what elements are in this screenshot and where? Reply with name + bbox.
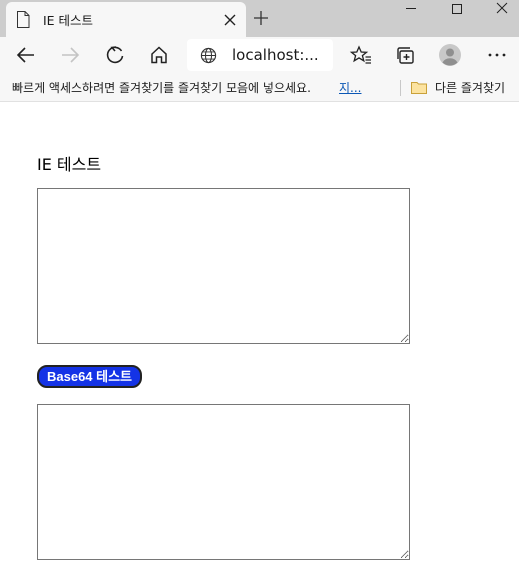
- output-textarea[interactable]: [37, 404, 410, 560]
- forward-arrow-icon[interactable]: [58, 43, 82, 67]
- profile-avatar-icon[interactable]: [438, 43, 462, 67]
- globe-icon: [200, 47, 217, 64]
- back-arrow-icon[interactable]: [14, 43, 38, 67]
- favorites-manage-link[interactable]: 지...: [339, 79, 361, 96]
- browser-toolbar: localhost:...: [0, 37, 519, 73]
- refresh-icon[interactable]: [103, 43, 127, 67]
- address-url: localhost:...: [232, 46, 319, 64]
- tab-title: IE 테스트: [43, 13, 94, 28]
- home-icon[interactable]: [147, 43, 171, 67]
- browser-tab[interactable]: IE 테스트: [6, 2, 246, 37]
- more-options-icon[interactable]: [485, 43, 509, 67]
- tab-strip: IE 테스트: [0, 0, 519, 37]
- input-textarea[interactable]: [37, 188, 410, 344]
- document-icon: [17, 11, 30, 28]
- page-title: IE 테스트: [37, 155, 102, 174]
- favorites-divider: [400, 80, 401, 96]
- collections-icon[interactable]: [394, 43, 418, 67]
- favorites-hint-text: 빠르게 액세스하려면 즐겨찾기를 즐겨찾기 모음에 넣으세요.: [12, 81, 311, 95]
- favorites-star-icon[interactable]: [349, 43, 373, 67]
- other-favorites-folder[interactable]: 다른 즐겨찾기: [435, 79, 505, 96]
- favorites-bar: 빠르게 액세스하려면 즐겨찾기를 즐겨찾기 모음에 넣으세요. 지... 다른 …: [0, 73, 519, 102]
- maximize-icon[interactable]: [434, 0, 480, 22]
- close-window-icon[interactable]: [480, 0, 519, 22]
- address-bar[interactable]: localhost:...: [187, 39, 333, 71]
- base64-test-button[interactable]: Base64 테스트: [37, 365, 142, 388]
- folder-icon: [411, 82, 427, 94]
- minimize-icon[interactable]: [388, 0, 434, 22]
- close-tab-icon[interactable]: [222, 12, 238, 28]
- new-tab-icon[interactable]: [252, 9, 270, 27]
